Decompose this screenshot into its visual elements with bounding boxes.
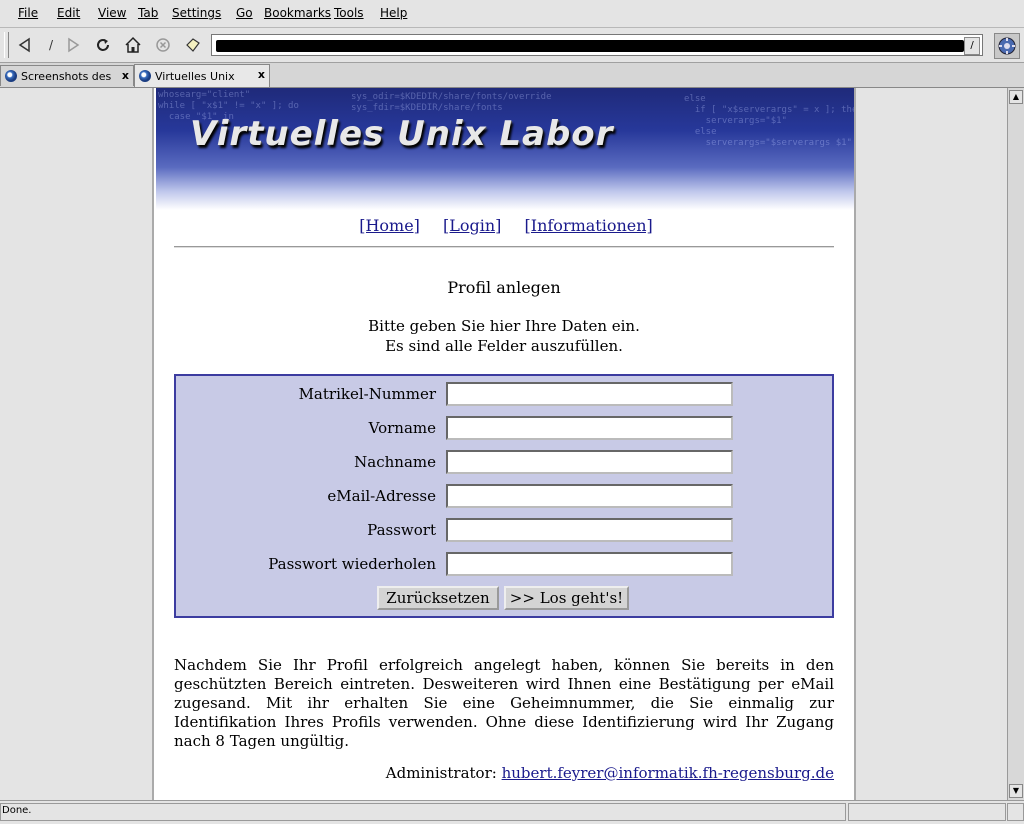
stop-icon[interactable] xyxy=(152,34,174,56)
menu-file[interactable]: File xyxy=(18,6,38,20)
menu-settings[interactable]: Settings xyxy=(172,6,221,20)
intro-line-2: Es sind alle Felder auszufüllen. xyxy=(385,337,623,355)
konqueror-icon xyxy=(139,70,151,82)
tabbar: Screenshots des x Virtuelles Unix x xyxy=(0,63,1024,88)
label-vorname: Vorname xyxy=(368,419,436,437)
resize-grip-icon[interactable] xyxy=(1007,803,1024,821)
nav-home-link[interactable]: [Home] xyxy=(359,216,420,235)
label-passwort: Passwort xyxy=(367,521,436,539)
banner: whosearg="client" while [ "x$1" != "x" ]… xyxy=(156,88,854,210)
label-email: eMail-Adresse xyxy=(327,487,436,505)
nav-login-link[interactable]: [Login] xyxy=(443,216,501,235)
url-text-redacted xyxy=(216,40,964,52)
tab-close-icon[interactable]: x xyxy=(122,69,129,82)
tab-virtuelles-unix[interactable]: Virtuelles Unix x xyxy=(134,64,270,87)
konqueror-icon xyxy=(5,70,17,82)
separator-icon: / xyxy=(48,38,54,52)
reset-button[interactable]: Zurücksetzen xyxy=(377,586,499,610)
intro-line-1: Bitte geben Sie hier Ihre Daten ein. xyxy=(368,317,640,335)
back-icon[interactable] xyxy=(14,34,36,56)
passwort-input[interactable] xyxy=(446,518,733,542)
nachname-input[interactable] xyxy=(446,450,733,474)
matrikel-input[interactable] xyxy=(446,382,733,406)
status-segment-right xyxy=(848,803,1006,821)
menubar: File Edit View Tab Settings Go Bookmarks… xyxy=(0,0,1024,28)
url-dropdown-icon[interactable]: / xyxy=(964,37,980,55)
banner-code-mid: sys_odir=$KDEDIR/share/fonts/override sy… xyxy=(351,92,552,113)
url-field[interactable]: / xyxy=(211,34,983,56)
info-paragraph: Nachdem Sie Ihr Profil erfolgreich angel… xyxy=(174,656,834,750)
tab-screenshots[interactable]: Screenshots des x xyxy=(0,65,134,86)
nav-info-link[interactable]: [Informationen] xyxy=(525,216,653,235)
toolbar-grip[interactable] xyxy=(4,32,9,58)
email-input[interactable] xyxy=(446,484,733,508)
menu-tab[interactable]: Tab xyxy=(138,6,158,20)
bookmark-icon[interactable] xyxy=(182,34,204,56)
vertical-scrollbar[interactable]: ▲ ▼ xyxy=(1007,88,1024,800)
nav-links: [Home] [Login] [Informationen] xyxy=(154,216,854,235)
forward-icon[interactable] xyxy=(62,34,84,56)
kde-gear-icon xyxy=(994,33,1020,59)
menu-bookmarks[interactable]: Bookmarks xyxy=(264,6,331,20)
submit-button[interactable]: >> Los geht's! xyxy=(504,586,629,610)
admin-label: Administrator: xyxy=(385,764,497,782)
menu-tools[interactable]: Tools xyxy=(334,6,364,20)
tab-label: Virtuelles Unix xyxy=(155,69,235,83)
admin-line: Administrator: hubert.feyrer@informatik.… xyxy=(386,764,834,782)
banner-title: Virtuelles Unix Labor xyxy=(190,114,614,154)
menu-go[interactable]: Go xyxy=(236,6,253,20)
menu-help[interactable]: Help xyxy=(380,6,407,20)
admin-email-link[interactable]: hubert.feyrer@informatik.fh-regensburg.d… xyxy=(502,764,834,782)
divider xyxy=(174,246,834,248)
label-matrikel: Matrikel-Nummer xyxy=(298,385,436,403)
status-segment xyxy=(0,803,846,821)
home-icon[interactable] xyxy=(122,34,144,56)
menu-edit[interactable]: Edit xyxy=(57,6,80,20)
menu-view[interactable]: View xyxy=(98,6,126,20)
status-text: Done. xyxy=(2,805,32,816)
page-heading: Profil anlegen xyxy=(447,278,561,297)
profile-form: Matrikel-Nummer Vorname Nachname eMail-A… xyxy=(174,374,834,618)
label-passwort-wiederholen: Passwort wiederholen xyxy=(268,555,436,573)
label-nachname: Nachname xyxy=(354,453,436,471)
scroll-down-icon[interactable]: ▼ xyxy=(1009,784,1023,798)
vorname-input[interactable] xyxy=(446,416,733,440)
web-page: whosearg="client" while [ "x$1" != "x" ]… xyxy=(152,88,856,800)
tab-label: Screenshots des xyxy=(21,69,112,83)
banner-code-right: else if [ "x$serverargs" = x ]; then ser… xyxy=(684,94,854,148)
reload-icon[interactable] xyxy=(92,34,114,56)
scroll-up-icon[interactable]: ▲ xyxy=(1009,90,1023,104)
tab-close-icon[interactable]: x xyxy=(258,68,265,81)
passwort-wiederholen-input[interactable] xyxy=(446,552,733,576)
